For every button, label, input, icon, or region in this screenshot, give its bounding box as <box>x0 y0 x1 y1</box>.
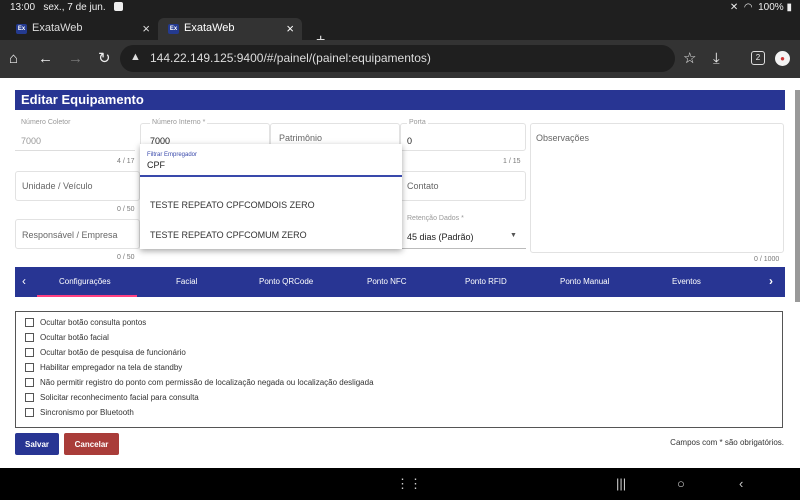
option-label: Sincronismo por Bluetooth <box>40 408 134 417</box>
notification-icon <box>114 2 124 11</box>
numero-interno-label: Número Interno * <box>150 119 208 126</box>
status-right: ✕ ◠ 100% ▮ <box>730 2 792 13</box>
tab-configuracoes[interactable]: Configurações <box>59 277 111 286</box>
page-content: Editar Equipamento Número Coletor 7000 4… <box>0 78 800 468</box>
tab-facial[interactable]: Facial <box>176 277 197 286</box>
patrimonio-placeholder: Patrimônio <box>279 133 323 143</box>
chevron-down-icon: ▼ <box>510 232 517 239</box>
observacoes-counter: 0 / 1000 <box>754 256 780 263</box>
checkbox[interactable] <box>25 348 34 357</box>
browser-tab[interactable]: Ex ExataWeb × <box>6 18 158 40</box>
tab-switcher-button[interactable]: 2 <box>751 51 765 65</box>
checkbox[interactable] <box>25 408 34 417</box>
config-tabs: ‹ Configurações Facial Ponto QRCode Pont… <box>15 267 785 297</box>
android-nav-bar: ⋮⋮ ||| ○ ‹ <box>0 468 800 500</box>
home-icon[interactable]: ⌂ <box>9 49 18 69</box>
android-status-bar: 13:00 sex., 7 de jun. ✕ ◠ 100% ▮ <box>0 0 800 15</box>
tab-ponto-qrcode[interactable]: Ponto QRCode <box>259 277 313 286</box>
porta-label: Porta <box>407 119 428 126</box>
status-date: sex., 7 de jun. <box>43 2 106 13</box>
filter-empregador-label: Filtrar Empregador <box>147 152 198 158</box>
option-label: Não permitir registro do ponto com permi… <box>40 378 374 387</box>
retencao-label: Retenção Dados * <box>407 215 464 222</box>
dropdown-option[interactable]: TESTE REPEATO CPFCOMUM ZERO <box>150 230 307 240</box>
porta-field[interactable] <box>400 123 526 151</box>
tab-title: ExataWeb <box>184 22 235 34</box>
option-label: Solicitar reconhecimento facial para con… <box>40 393 199 402</box>
option-label: Ocultar botão de pesquisa de funcionário <box>40 348 186 357</box>
retencao-underline <box>400 248 526 249</box>
porta-counter: 1 / 15 <box>503 158 521 165</box>
home-circle-icon[interactable]: ○ <box>677 476 685 491</box>
checkbox[interactable] <box>25 318 34 327</box>
page-title: Editar Equipamento <box>15 90 785 110</box>
nav-back-icon[interactable]: ‹ <box>739 476 743 491</box>
save-button[interactable]: Salvar <box>15 433 59 455</box>
responsavel-placeholder: Responsável / Empresa <box>22 230 118 240</box>
options-panel: Ocultar botão consulta pontos Ocultar bo… <box>15 311 783 428</box>
porta-value: 0 <box>407 136 413 146</box>
tab-eventos[interactable]: Eventos <box>672 277 701 286</box>
browser-toolbar: ⌂ ← → ↻ ▲ 144.22.149.125:9400/#/painel/(… <box>0 40 800 78</box>
option-label: Ocultar botão facial <box>40 333 109 342</box>
mute-icon: ✕ <box>729 2 739 13</box>
tab-ponto-manual[interactable]: Ponto Manual <box>560 277 609 286</box>
active-tab-indicator <box>37 295 137 297</box>
unidade-counter: 0 / 50 <box>117 206 135 213</box>
bookmark-star-icon[interactable]: ☆ <box>683 49 696 69</box>
tabs-next-icon[interactable]: › <box>769 274 773 288</box>
unidade-placeholder: Unidade / Veículo <box>22 181 93 191</box>
page-scrollbar[interactable] <box>795 90 800 302</box>
numero-coletor-value: 7000 <box>21 136 42 146</box>
checkbox[interactable] <box>25 333 34 342</box>
forward-icon[interactable]: → <box>68 49 83 69</box>
browser-tab-strip: Ex ExataWeb × Ex ExataWeb × + <box>0 15 800 49</box>
checkbox[interactable] <box>25 393 34 402</box>
close-tab-icon[interactable]: × <box>142 21 150 36</box>
contato-placeholder: Contato <box>407 181 439 191</box>
responsavel-counter: 0 / 50 <box>117 254 135 261</box>
tab-ponto-rfid[interactable]: Ponto RFID <box>465 277 507 286</box>
option-label: Ocultar botão consulta pontos <box>40 318 147 327</box>
retencao-value: 45 dias (Padrão) <box>407 232 474 242</box>
close-tab-icon[interactable]: × <box>286 21 294 36</box>
browser-tab-active[interactable]: Ex ExataWeb × <box>158 18 302 40</box>
required-fields-note: Campos com * são obrigatórios. <box>670 438 784 447</box>
wifi-icon: ◠ <box>743 2 753 13</box>
favicon-icon: Ex <box>168 24 179 34</box>
address-bar[interactable]: ▲ 144.22.149.125:9400/#/painel/(painel:e… <box>120 45 675 72</box>
empregador-dropdown: Filtrar Empregador CPF TESTE REPEATO CPF… <box>140 144 402 249</box>
observacoes-placeholder: Observações <box>536 133 590 143</box>
cancel-button[interactable]: Cancelar <box>64 433 119 455</box>
reload-icon[interactable]: ↻ <box>98 49 111 69</box>
filter-underline <box>140 175 402 177</box>
download-icon[interactable]: ⤓ <box>713 49 720 69</box>
dropdown-option[interactable]: TESTE REPEATO CPFCOMDOIS ZERO <box>150 200 315 210</box>
retencao-select[interactable]: 45 dias (Padrão) ▼ <box>400 224 526 248</box>
tab-title: ExataWeb <box>32 22 83 34</box>
not-secure-icon[interactable]: ▲ <box>130 51 141 63</box>
back-icon[interactable]: ← <box>38 49 53 69</box>
numero-coletor-label: Número Coletor <box>21 119 71 126</box>
numero-coletor-underline <box>15 150 135 151</box>
checkbox[interactable] <box>25 363 34 372</box>
favicon-icon: Ex <box>16 24 27 34</box>
filter-empregador-input[interactable]: CPF <box>147 160 165 170</box>
option-label: Habilitar empregador na tela de standby <box>40 363 183 372</box>
tab-ponto-nfc[interactable]: Ponto NFC <box>367 277 407 286</box>
profile-avatar-icon[interactable]: ● <box>775 51 790 66</box>
status-time: 13:00 <box>10 2 36 13</box>
tabs-prev-icon[interactable]: ‹ <box>22 274 26 288</box>
numero-coletor-counter: 4 / 17 <box>117 158 135 165</box>
checkbox[interactable] <box>25 378 34 387</box>
url-text: 144.22.149.125:9400/#/painel/(painel:equ… <box>150 51 431 65</box>
recents-icon[interactable]: ||| <box>616 476 626 491</box>
status-time-date: 13:00 sex., 7 de jun. <box>10 2 124 13</box>
app-drawer-icon[interactable]: ⋮⋮ <box>396 476 422 492</box>
battery-level: 100% <box>758 2 784 13</box>
battery-icon: ▮ <box>786 2 792 13</box>
